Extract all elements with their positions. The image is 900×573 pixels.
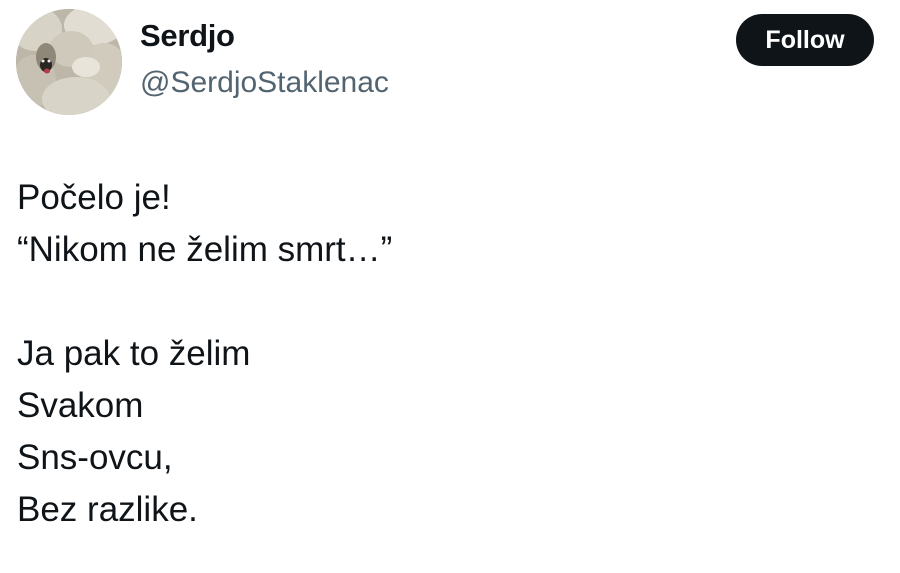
follow-button[interactable]: Follow bbox=[736, 14, 874, 66]
author-display-name[interactable]: Serdjo bbox=[140, 18, 235, 54]
tweet-line: Ja pak to želim bbox=[17, 334, 251, 373]
author-handle[interactable]: @SerdjoStaklenac bbox=[140, 66, 389, 100]
tweet-line: Bez razlike. bbox=[17, 490, 198, 529]
tweet-text: Počelo je! “Nikom ne želim smrt…” Ja pak… bbox=[17, 172, 877, 536]
tweet-line: “Nikom ne želim smrt…” bbox=[17, 230, 393, 269]
tweet-line: Počelo je! bbox=[17, 178, 171, 217]
tweet-line: Svakom bbox=[17, 386, 144, 425]
sheep-avatar-icon bbox=[16, 9, 122, 115]
avatar[interactable] bbox=[16, 9, 122, 115]
tweet-line: Sns-ovcu, bbox=[17, 438, 173, 477]
